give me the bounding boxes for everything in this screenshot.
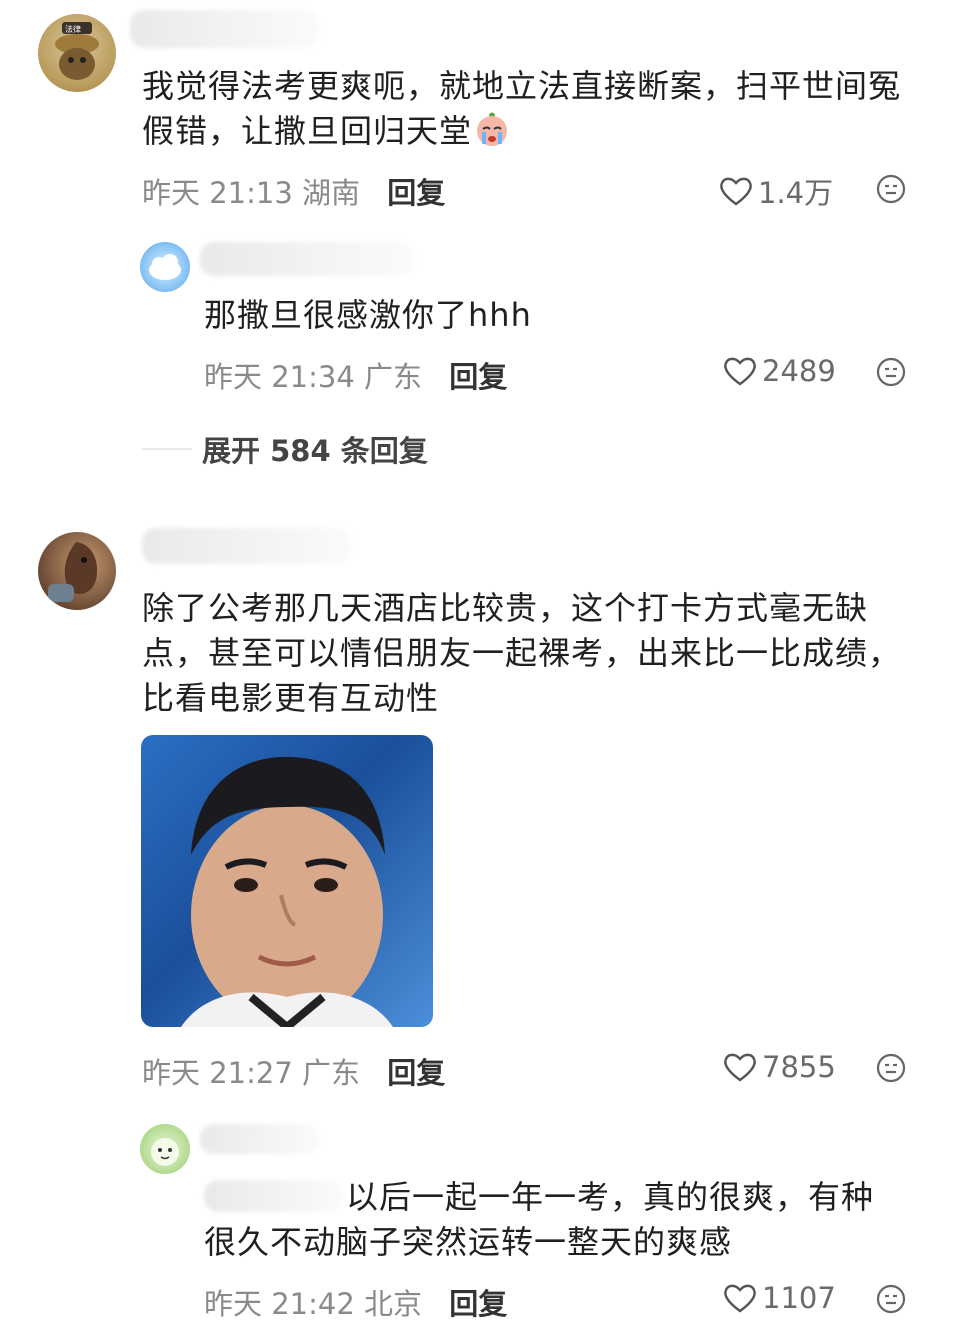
crying-emoji-icon <box>474 112 510 148</box>
emoji-react-icon[interactable] <box>876 174 906 204</box>
comment-text: 我觉得法考更爽呃，就地立法直接断案，扫平世间冤假错，让撒旦回归天堂 <box>142 67 902 150</box>
like-button[interactable]: 1107 <box>722 1281 836 1315</box>
timestamp: 昨天 21:27 <box>142 1056 293 1090</box>
heart-icon <box>724 1053 756 1082</box>
location: 北京 <box>364 1287 423 1321</box>
username-redacted[interactable] <box>130 10 320 48</box>
username-redacted[interactable] <box>200 1124 320 1154</box>
expand-replies-button[interactable]: 展开 584 条回复 <box>142 428 428 470</box>
emoji-react-icon[interactable] <box>876 1284 906 1314</box>
like-button[interactable]: 1.4万 <box>718 170 833 212</box>
like-count: 2489 <box>762 354 836 388</box>
mention-redacted[interactable] <box>204 1180 344 1212</box>
reply-meta: 昨天 21:42 北京 回复 <box>204 1281 507 1323</box>
reply-button[interactable]: 回复 <box>387 176 445 210</box>
heart-icon <box>724 1284 756 1313</box>
location: 广东 <box>364 360 423 394</box>
commenter-avatar[interactable]: 法律 <box>38 14 116 92</box>
like-count: 1107 <box>762 1281 836 1315</box>
like-count: 7855 <box>762 1050 836 1084</box>
location: 湖南 <box>302 176 361 210</box>
reply-avatar[interactable] <box>140 1124 190 1174</box>
timestamp: 昨天 21:13 <box>142 176 293 210</box>
reply-meta: 昨天 21:34 广东 回复 <box>204 354 507 396</box>
avatar-badge: 法律 <box>65 25 81 34</box>
reply-text: 那撒旦很感激你了hhh <box>204 296 532 334</box>
emoji-react-icon[interactable] <box>876 1053 906 1083</box>
like-button[interactable]: 7855 <box>722 1050 836 1084</box>
timestamp: 昨天 21:34 <box>204 360 355 394</box>
username-redacted[interactable] <box>142 528 352 564</box>
timestamp: 昨天 21:42 <box>204 1287 355 1321</box>
heart-icon <box>724 357 756 386</box>
heart-icon <box>720 177 752 206</box>
comment-meta: 昨天 21:13 湖南 回复 <box>142 170 445 212</box>
commenter-avatar[interactable] <box>38 532 116 610</box>
reply-button[interactable]: 回复 <box>387 1056 445 1090</box>
reply-avatar[interactable] <box>140 242 190 292</box>
comment-text: 除了公考那几天酒店比较贵，这个打卡方式毫无缺点，甚至可以情侣朋友一起裸考，出来比… <box>142 589 902 717</box>
reply-text: 以后一起一年一考，真的很爽，有种很久不动脑子突然运转一整天的爽感 <box>204 1178 875 1261</box>
divider <box>142 448 192 450</box>
comment-meta: 昨天 21:27 广东 回复 <box>142 1050 445 1092</box>
like-button[interactable]: 2489 <box>722 354 836 388</box>
comment-image[interactable] <box>141 735 433 1027</box>
like-count: 1.4万 <box>758 176 834 210</box>
expand-replies-label: 展开 584 条回复 <box>202 434 428 468</box>
location: 广东 <box>302 1056 361 1090</box>
emoji-react-icon[interactable] <box>876 357 906 387</box>
reply-button[interactable]: 回复 <box>449 360 507 394</box>
username-redacted[interactable] <box>200 242 415 276</box>
reply-button[interactable]: 回复 <box>449 1287 507 1321</box>
